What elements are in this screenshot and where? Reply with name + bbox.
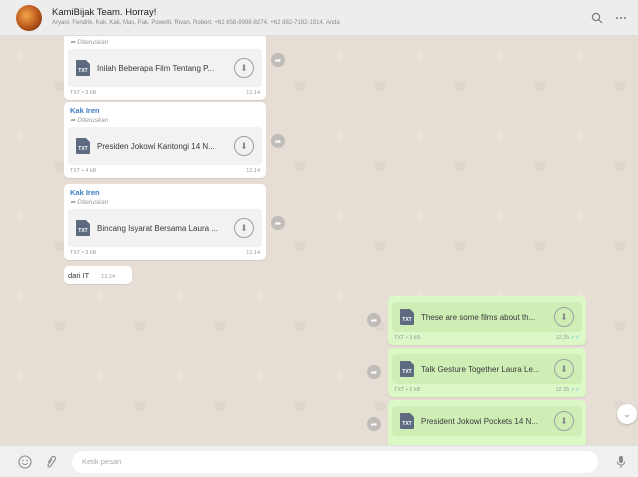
txt-file-icon: TXT	[400, 361, 414, 377]
file-attachment[interactable]: TXT Talk Gesture Together Laura Le... ⬇	[392, 354, 582, 384]
forward-share-icon[interactable]: ➦	[271, 53, 285, 67]
forward-share-icon[interactable]: ➦	[271, 216, 285, 230]
file-name: Talk Gesture Together Laura Le...	[421, 364, 540, 374]
outgoing-file-message[interactable]: TXT Talk Gesture Together Laura Le... ⬇ …	[388, 348, 586, 397]
file-name: These are some films about th...	[421, 312, 536, 322]
download-icon[interactable]: ⬇	[234, 58, 254, 78]
forward-share-icon[interactable]: ➦	[271, 134, 285, 148]
search-icon[interactable]	[588, 9, 606, 27]
file-size: TXT • 4 kB	[70, 168, 97, 174]
chat-header[interactable]: KamiBijak Team. Horray! Aryani, Fendrik,…	[0, 0, 638, 36]
file-attachment[interactable]: TXT Inilah Beberapa Film Tentang P... ⬇	[68, 49, 262, 87]
sender-name[interactable]: Kak Iren	[68, 188, 262, 198]
message-time: 12.14	[101, 274, 116, 280]
download-icon[interactable]: ⬇	[554, 359, 574, 379]
file-meta-row: TXT • 3 kB 12.14	[68, 87, 262, 97]
read-receipt-icon: ✓✓	[570, 387, 580, 393]
txt-file-icon: TXT	[76, 138, 90, 154]
sender-name[interactable]: Kak Iren	[68, 106, 262, 116]
file-name: Bincang Isyarat Bersama Laura ...	[97, 223, 218, 233]
file-attachment[interactable]: TXT Bincang Isyarat Bersama Laura ... ⬇	[68, 209, 262, 247]
composer-bar	[0, 445, 638, 477]
file-attachment[interactable]: TXT President Jokowi Pockets 14 N... ⬇	[392, 406, 582, 436]
chat-title-block[interactable]: KamiBijak Team. Horray! Aryani, Fendrik,…	[52, 7, 582, 28]
message-time: 12.14	[246, 250, 260, 256]
outgoing-file-message[interactable]: TXT These are some films about th... ⬇ T…	[388, 296, 586, 345]
message-time: 12.14	[246, 168, 260, 174]
message-input[interactable]	[72, 450, 598, 473]
incoming-text-message[interactable]: dari IT 12.14	[64, 266, 132, 284]
message-text: dari IT	[68, 270, 90, 280]
txt-file-icon: TXT	[76, 220, 90, 236]
download-icon[interactable]: ⬇	[234, 136, 254, 156]
group-members: Aryani, Fendrik, Kak, Kak, Mas, Pak, Pow…	[52, 20, 340, 26]
message-time: 12.14	[246, 90, 260, 96]
mic-icon[interactable]	[612, 453, 630, 471]
file-attachment[interactable]: TXT These are some films about th... ⬇	[392, 302, 582, 332]
forward-share-icon[interactable]: ➦	[367, 417, 381, 431]
file-name: Inilah Beberapa Film Tentang P...	[97, 63, 215, 73]
message-time: 12.35	[555, 387, 570, 393]
forwarded-label: ➦ Diteruskan	[70, 117, 109, 124]
download-icon[interactable]: ⬇	[554, 307, 574, 327]
file-size: TXT • 3 kB	[70, 250, 97, 256]
download-icon[interactable]: ⬇	[234, 218, 254, 238]
file-meta-row: TXT • 2 kB 12.35 ✓✓	[392, 384, 582, 394]
txt-file-icon: TXT	[76, 60, 90, 76]
txt-file-icon: TXT	[400, 309, 414, 325]
chat-title: KamiBijak Team. Horray!	[52, 7, 157, 18]
file-meta-row: TXT • 3 kB 12.14	[68, 247, 262, 257]
message-list[interactable]: ➦ Diteruskan TXT Inilah Beberapa Film Te…	[0, 36, 638, 445]
attach-icon[interactable]	[42, 453, 60, 471]
group-avatar[interactable]	[16, 4, 42, 31]
file-meta-row: TXT • 3 kB 12.35 ✓✓	[392, 332, 582, 342]
emoji-icon[interactable]	[16, 453, 34, 471]
forward-share-icon[interactable]: ➦	[367, 313, 381, 327]
message-time-row: 12.35 ✓✓	[555, 335, 580, 342]
forwarded-label: ➦ Diteruskan	[70, 39, 109, 46]
file-size: TXT • 3 kB	[394, 335, 421, 341]
message-time-row: 12.35 ✓✓	[555, 387, 580, 394]
forward-share-icon[interactable]: ➦	[367, 365, 381, 379]
incoming-file-message[interactable]: Kak Iren ➦ Diteruskan TXT Bincang Isyara…	[64, 184, 266, 260]
incoming-file-message[interactable]: Kak Iren ➦ Diteruskan TXT Presiden Jokow…	[64, 102, 266, 178]
forwarded-label: ➦ Diteruskan	[70, 199, 109, 206]
download-icon[interactable]: ⬇	[554, 411, 574, 431]
file-size: TXT • 2 kB	[394, 387, 421, 393]
txt-file-icon: TXT	[400, 413, 414, 429]
file-size: TXT • 3 kB	[70, 90, 97, 96]
scroll-down-icon[interactable]: ⌄	[617, 404, 637, 424]
file-name: Presiden Jokowi Kantongi 14 N...	[97, 141, 215, 151]
file-attachment[interactable]: TXT Presiden Jokowi Kantongi 14 N... ⬇	[68, 127, 262, 165]
more-icon[interactable]	[612, 9, 630, 27]
message-time: 12.35	[555, 335, 570, 341]
outgoing-file-message[interactable]: TXT President Jokowi Pockets 14 N... ⬇	[388, 400, 586, 445]
read-receipt-icon: ✓✓	[570, 335, 580, 341]
file-name: President Jokowi Pockets 14 N...	[421, 416, 538, 426]
file-meta-row: TXT • 4 kB 12.14	[68, 165, 262, 175]
incoming-file-message[interactable]: ➦ Diteruskan TXT Inilah Beberapa Film Te…	[64, 36, 266, 100]
